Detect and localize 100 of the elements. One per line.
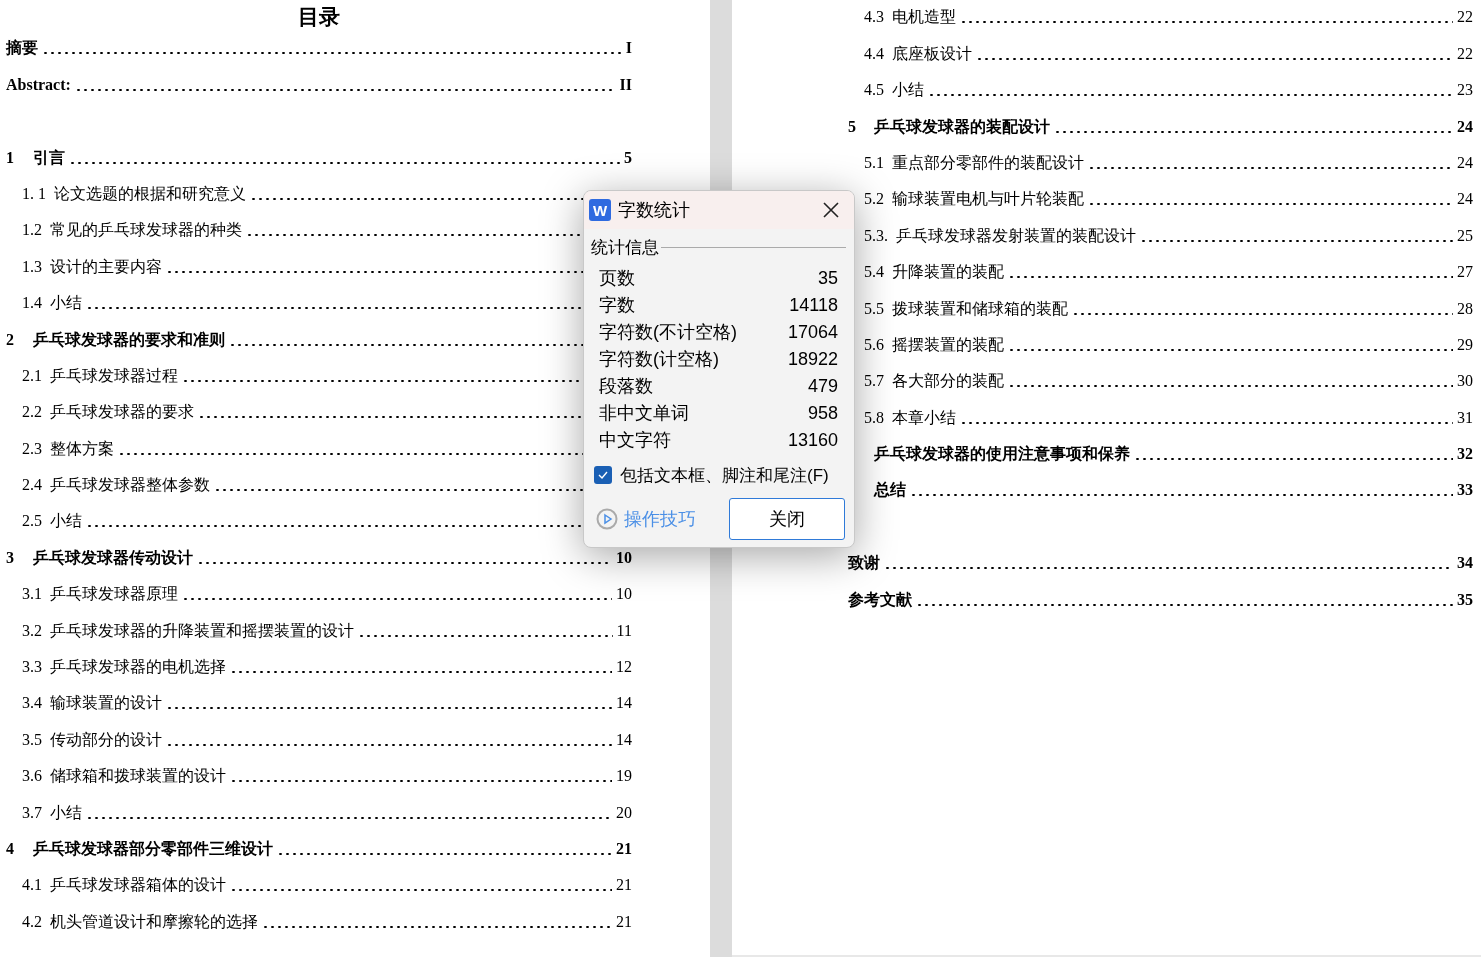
page-number: 27 xyxy=(1457,262,1473,283)
toc-entry-title: 乒乓球发球器的电机选择 xyxy=(50,657,226,678)
stat-value: 13160 xyxy=(787,428,838,452)
stat-label: 字符数(不计空格) xyxy=(599,320,737,344)
section-number: 5.8 xyxy=(864,407,884,428)
checkbox[interactable] xyxy=(594,466,612,485)
section-number: 1.3 xyxy=(22,256,42,277)
toc-entry-title: 乒乓球发球器的要求和准则 xyxy=(33,329,225,350)
toc-entry-title: 乒乓球发球器原理 xyxy=(50,584,178,605)
toc-entry-title: 小结 xyxy=(50,293,82,314)
toc-entry-title: 参考文献 xyxy=(848,589,912,610)
toc-entry-title: 拨球装置和储球箱的装配 xyxy=(892,298,1068,319)
section-number: 4.5 xyxy=(864,80,884,101)
stat-label: 字数 xyxy=(599,293,635,317)
toc-entry-title: 储球箱和拨球装置的设计 xyxy=(50,766,226,787)
group-label: 统计信息 xyxy=(591,237,659,259)
close-button[interactable]: 关闭 xyxy=(729,498,845,540)
page-number: 20 xyxy=(616,802,632,823)
chapter-number: 5 xyxy=(848,116,856,137)
section-number: 5.4 xyxy=(864,262,884,283)
stat-value: 18922 xyxy=(787,347,838,371)
chapter-number: 3 xyxy=(6,547,14,568)
page-number: 14 xyxy=(616,693,632,714)
page-number: 5 xyxy=(624,147,632,168)
stat-label: 中文字符 xyxy=(599,428,671,452)
toc-entry-title: 设计的主要内容 xyxy=(50,256,162,277)
checkbox-label: 包括文本框、脚注和尾注(F) xyxy=(620,464,829,487)
page-number: 25 xyxy=(1457,225,1473,246)
section-number: 3.2 xyxy=(22,620,42,641)
section-number: 1. 1 xyxy=(22,183,46,204)
toc-entry-title: 机头管道设计和摩擦轮的选择 xyxy=(50,911,258,932)
check-icon xyxy=(598,471,608,480)
toc-entry-title: 乒乓球发球器过程 xyxy=(50,365,178,386)
page-number: II xyxy=(619,74,632,95)
toc-entry-title: 摇摆装置的装配 xyxy=(892,334,1004,355)
section-number: 1.4 xyxy=(22,293,42,314)
toc-entry-title: 总结 xyxy=(874,480,906,501)
section-number: 3.3 xyxy=(22,657,42,678)
toc-entry-title: 乒乓球发球器的装配设计 xyxy=(874,116,1050,137)
toc-entry-title: 小结 xyxy=(892,80,924,101)
chapter-number: 1 xyxy=(6,147,14,168)
stat-label: 段落数 xyxy=(599,374,653,398)
toc-entry-title: 传动部分的设计 xyxy=(50,729,162,750)
section-number: 4.2 xyxy=(22,911,42,932)
toc-heading: 目录 xyxy=(297,4,341,29)
page-number: 34 xyxy=(1457,553,1473,574)
toc-entry-title: 本章小结 xyxy=(892,407,956,428)
toc-entry-title: 乒乓球发球器发射装置的装配设计 xyxy=(896,225,1136,246)
toc-entry-title: 底座板设计 xyxy=(892,43,972,64)
toc-entry-title: 乒乓球发球器的使用注意事项和保养 xyxy=(874,444,1130,465)
page-number: 14 xyxy=(616,729,632,750)
close-icon[interactable] xyxy=(822,201,840,219)
toc-entry-title: 致谢 xyxy=(848,553,880,574)
page-number: 10 xyxy=(616,584,632,605)
page-number: 35 xyxy=(1457,589,1473,610)
chapter-number: 4 xyxy=(6,839,14,859)
page-number: 11 xyxy=(616,620,632,641)
toc-entry-title: 乒乓球发球器箱体的设计 xyxy=(50,875,226,896)
toc-entry-title: 输球装置的设计 xyxy=(50,693,162,714)
stat-value: 35 xyxy=(817,266,838,290)
stat-value: 17064 xyxy=(787,320,838,344)
stat-value: 479 xyxy=(807,374,838,398)
page-number: I xyxy=(625,38,632,59)
page-number: 12 xyxy=(616,657,632,678)
section-number: 5.7 xyxy=(864,371,884,392)
page-number: 31 xyxy=(1457,407,1473,428)
section-number: 3.1 xyxy=(22,584,42,605)
page-number: 29 xyxy=(1457,334,1473,355)
page-number: 32 xyxy=(1457,444,1473,465)
stat-label: 非中文单词 xyxy=(599,401,689,425)
page-number: 21 xyxy=(616,911,632,932)
section-number: 3.4 xyxy=(22,693,42,714)
page-number: 21 xyxy=(616,875,632,896)
page-number: 10 xyxy=(616,547,632,568)
section-number: 3.7 xyxy=(22,802,42,823)
page-number: 21 xyxy=(616,839,632,859)
section-number: 2.2 xyxy=(22,402,42,423)
page-number: 22 xyxy=(1457,7,1473,28)
toc-entry-title: 各大部分的装配 xyxy=(892,371,1004,392)
section-number: 3.6 xyxy=(22,766,42,787)
page-number: 24 xyxy=(1457,189,1473,210)
section-number: 3.5 xyxy=(22,729,42,750)
chapter-number: 2 xyxy=(6,329,14,350)
toc-entry-title: 摘要 xyxy=(6,38,38,59)
stat-value: 14118 xyxy=(789,293,838,317)
page-number: 33 xyxy=(1457,480,1473,501)
page-number: 24 xyxy=(1457,152,1473,173)
page-number: 28 xyxy=(1457,298,1473,319)
toc-entry-title: 乒乓球发球器整体参数 xyxy=(50,475,210,496)
dialog-title: 字数统计 xyxy=(618,198,691,222)
page-number: 24 xyxy=(1457,116,1473,137)
toc-entry-title: 小结 xyxy=(50,511,82,532)
app-logo: W xyxy=(589,199,611,221)
section-number: 4.3 xyxy=(864,7,884,28)
page-number: 30 xyxy=(1457,371,1473,392)
toc-entry-title: 乒乓球发球器部分零部件三维设计 xyxy=(33,839,273,859)
section-number: 4.4 xyxy=(864,43,884,64)
toc-entry-title: 电机造型 xyxy=(892,7,956,28)
toc-entry-title: 论文选题的根据和研究意义 xyxy=(54,183,246,204)
play-icon xyxy=(596,508,618,530)
